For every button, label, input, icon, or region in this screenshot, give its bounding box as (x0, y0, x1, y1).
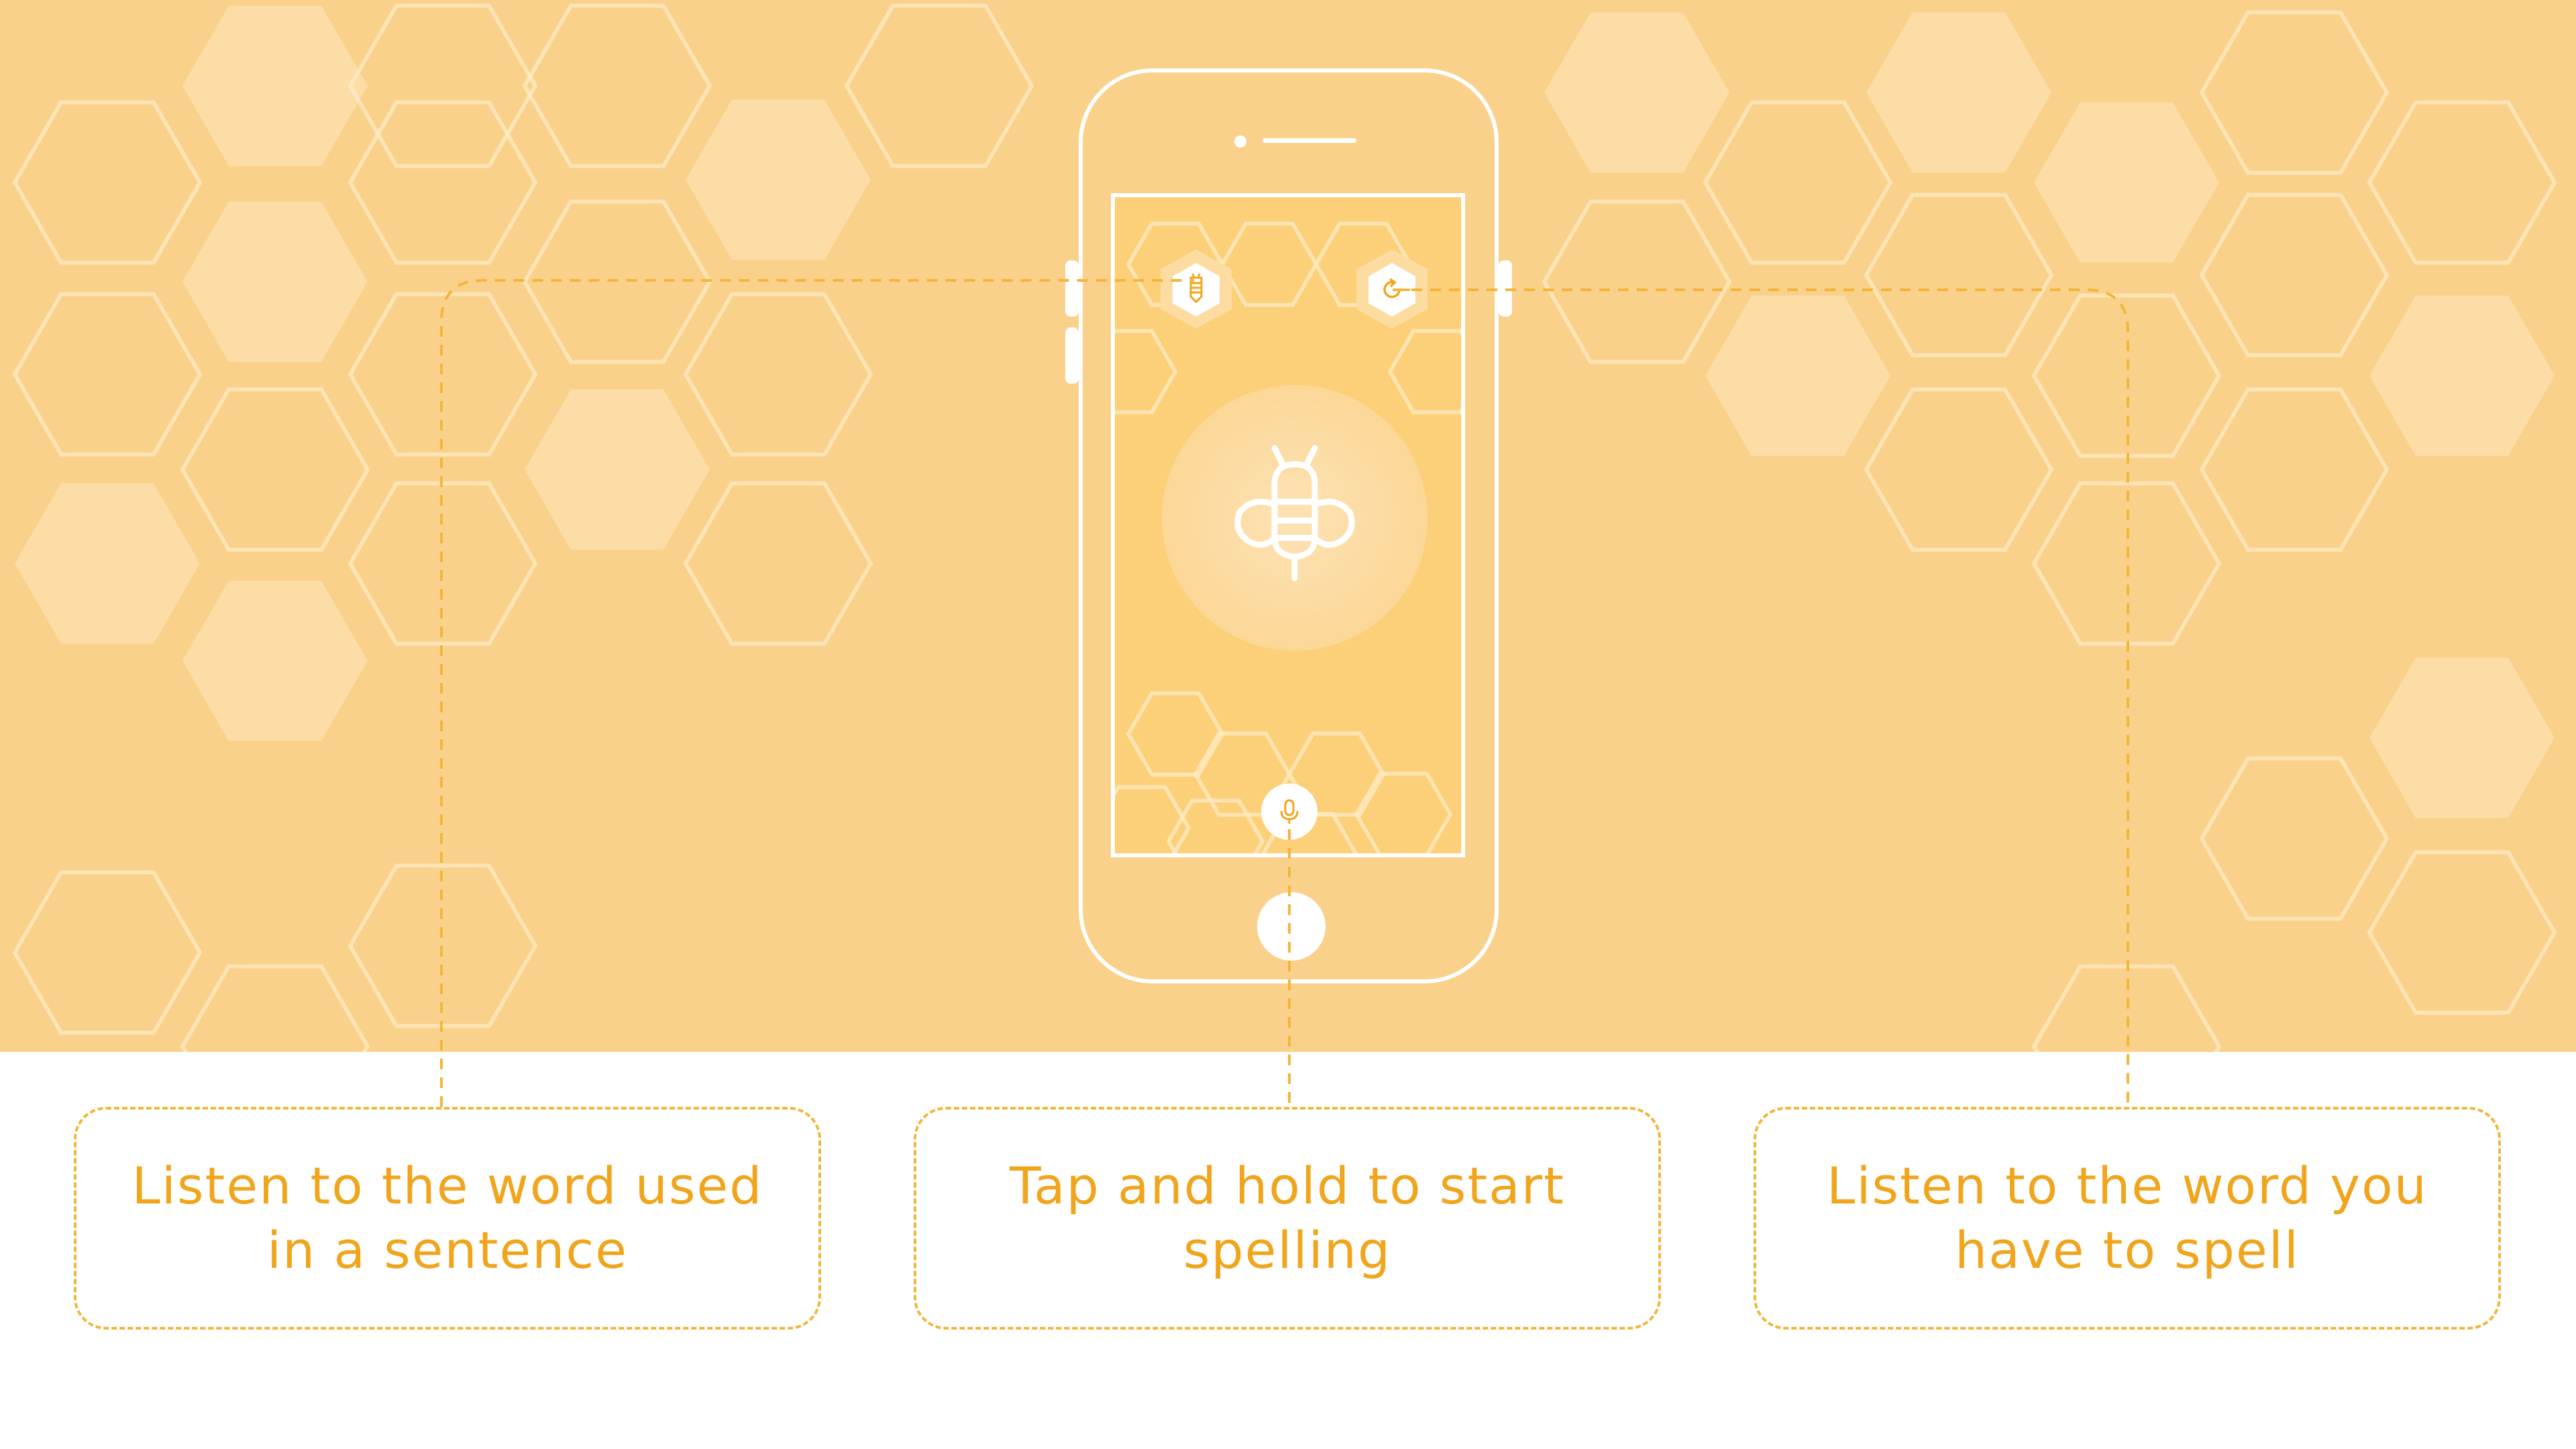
honeycomb-cell (347, 292, 538, 457)
honeycomb-cell (522, 199, 712, 364)
sentence-speech-icon (1189, 273, 1203, 304)
callout-sentence: Listen to the word used in a sentence (74, 1107, 821, 1330)
honeycomb-cell (1866, 12, 2051, 173)
honeycomb-cell (1544, 12, 1729, 173)
honeycomb-cell (522, 3, 712, 168)
honeycomb-cell (2034, 102, 2219, 263)
replay-speech-icon (1383, 278, 1410, 299)
bee-icon (1234, 445, 1355, 582)
honeycomb-cell (12, 100, 203, 265)
honeycomb-cell (182, 201, 368, 362)
honeycomb-cell (2199, 193, 2390, 358)
honeycomb-cell (347, 100, 538, 265)
honeycomb-cell (1542, 199, 1732, 364)
honeycomb-cell (12, 292, 203, 457)
honeycomb-cell (525, 389, 710, 550)
honeycomb-cell (347, 481, 538, 646)
honeycomb-cell (2031, 481, 2222, 646)
callout-spelling: Tap and hold to start spelling (914, 1107, 1661, 1330)
phone-power-button (1499, 260, 1512, 317)
callout-sentence-text: Listen to the word used in a sentence (131, 1156, 763, 1280)
honeycomb-cell (182, 580, 368, 741)
honeycomb-cell (2367, 100, 2557, 265)
honeycomb-cell (1115, 785, 1191, 853)
honeycomb-cell (1354, 771, 1453, 853)
honeycomb-cell (347, 3, 538, 168)
honeycomb-cell (182, 5, 368, 166)
honeycomb-cell (1126, 691, 1225, 777)
phone-camera (1234, 136, 1246, 148)
honeycomb-cell (683, 292, 873, 457)
callout-word: Listen to the word you have to spell (1754, 1107, 2501, 1330)
honeycomb-cell (180, 387, 370, 552)
honeycomb-cell (1864, 193, 2054, 358)
honeycomb-cell (1703, 100, 1893, 265)
honeycomb-cell (2199, 756, 2390, 921)
honeycomb-cell (2369, 295, 2555, 456)
honeycomb-cell (2367, 850, 2557, 1015)
microphone-icon (1280, 799, 1299, 824)
honeycomb-cell (15, 483, 200, 644)
honeycomb-cell (1864, 387, 2054, 552)
honeycomb-cell (2199, 387, 2390, 552)
sentence-button[interactable] (1152, 246, 1240, 333)
honeycomb-cell (12, 870, 203, 1035)
phone-side-button (1065, 327, 1079, 384)
microphone-button[interactable] (1261, 784, 1318, 840)
honeycomb-cell (1705, 295, 1890, 456)
callout-word-text: Listen to the word you have to spell (1827, 1156, 2428, 1280)
honeycomb-cell (686, 99, 871, 260)
hero-background (0, 0, 2576, 1052)
honeycomb-cell (347, 863, 538, 1028)
honeycomb-cell (2031, 293, 2222, 458)
callout-spelling-text: Tap and hold to start spelling (1010, 1156, 1565, 1280)
honeycomb-cell (2369, 657, 2555, 818)
honeycomb-cell (1115, 329, 1178, 415)
phone-side-button (1065, 260, 1079, 317)
phone-screen (1111, 193, 1465, 857)
bee-listen-button[interactable] (1162, 385, 1428, 651)
honeycomb-cell (844, 3, 1034, 168)
phone-home-button (1257, 892, 1326, 961)
phone-speaker (1263, 138, 1356, 143)
honeycomb-cell (683, 481, 873, 646)
honeycomb-cell (2031, 964, 2222, 1052)
honeycomb-cell (180, 964, 370, 1052)
honeycomb-cell (2199, 10, 2390, 175)
honeycomb-cell (1387, 329, 1461, 415)
replay-button[interactable] (1348, 246, 1436, 333)
